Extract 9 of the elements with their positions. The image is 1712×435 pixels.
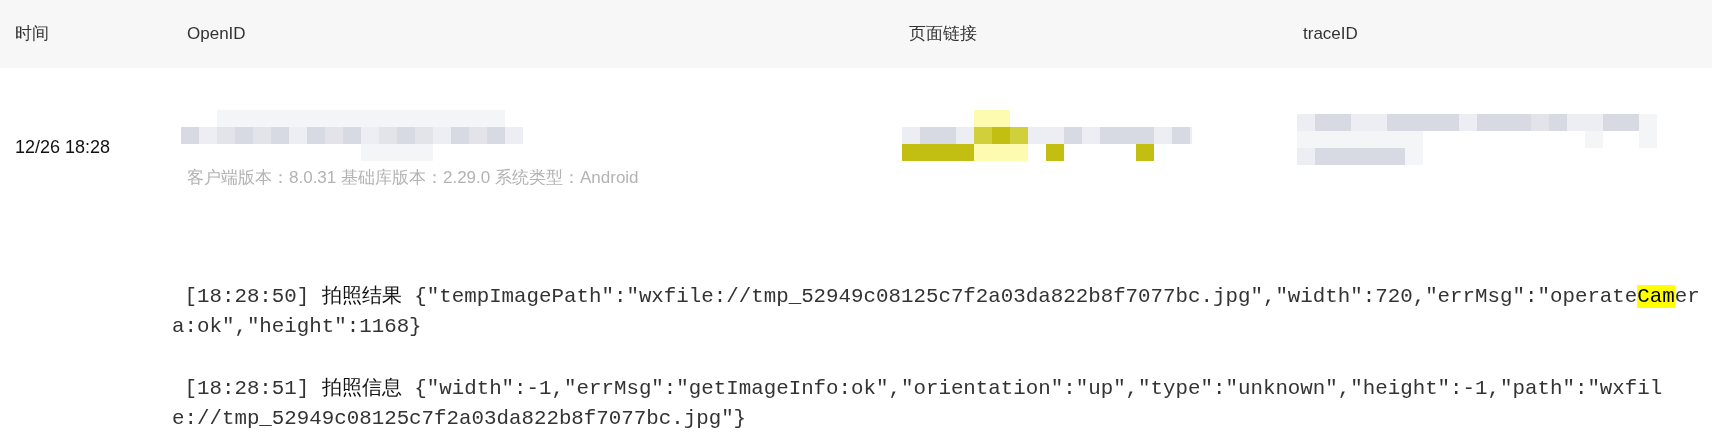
time-cell-text: 12/26 18:28 [15,136,112,159]
column-header: 页面链接 [909,23,978,46]
column-header: OpenID [187,23,247,46]
log-entry: [18:28:51] 拍照信息 {"width":-1,"errMsg":"getImageInfo:ok","orientation":"up","type":"unknown","height":-1,"path":"wxfile://tmp_52949c08125c7f2a03da822b8f7077bc.jpg"} [172,374,1664,432]
column-header: traceID [1303,23,1359,46]
column-header: 时间 [15,23,50,46]
log-entry: [18:28:50] 拍照结果 {"tempImagePath":"wxfile://tmp_52949c08125c7f2a03da822b8f7077bc.jpg","width":720,"errMsg":"operateCamera:ok","height":1168} [172,282,1701,340]
search-highlight: Cam [1637,284,1675,308]
client-info: 客户端版本：8.0.31 基础库版本：2.29.0 系统类型：Android [187,167,640,189]
